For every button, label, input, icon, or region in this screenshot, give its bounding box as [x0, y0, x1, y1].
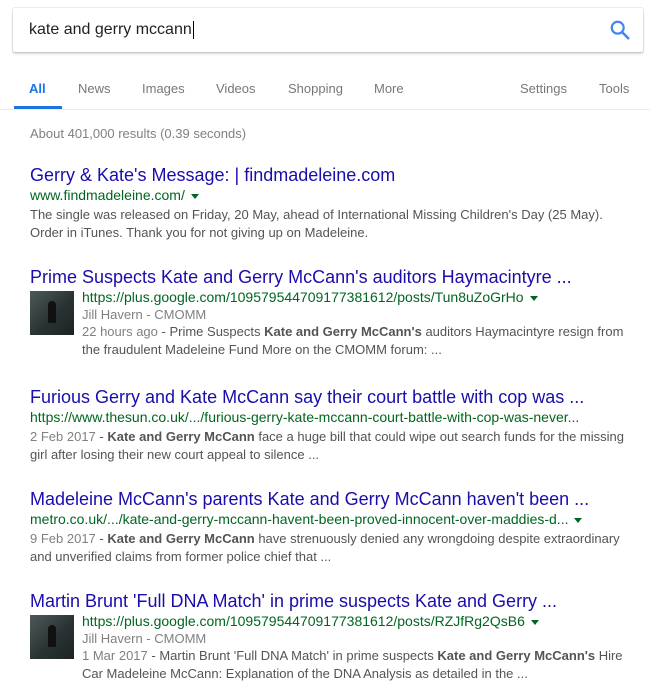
search-tabs: All News Images Videos Shopping More Set… [0, 52, 650, 110]
url-menu-arrow-icon[interactable] [530, 619, 539, 625]
search-result: Madeleine McCann's parents Kate and Gerr… [30, 488, 630, 566]
result-snippet: 22 hours ago - Prime Suspects Kate and G… [82, 324, 624, 357]
search-box: kate and gerry mccann [13, 8, 643, 52]
tab-news[interactable]: News [78, 81, 111, 96]
result-date: 1 Mar 2017 [82, 648, 148, 663]
active-tab-indicator [14, 106, 62, 109]
result-url: metro.co.uk/.../kate-and-gerry-mccann-ha… [30, 511, 630, 528]
tab-shopping[interactable]: Shopping [288, 81, 343, 96]
result-author: Jill Havern - CMOMM [82, 307, 207, 322]
result-url: https://plus.google.com/1095795447091773… [82, 289, 630, 306]
tab-images[interactable]: Images [142, 81, 185, 96]
search-result: Prime Suspects Kate and Gerry McCann's a… [30, 266, 630, 359]
result-thumbnail[interactable] [30, 615, 74, 659]
url-menu-arrow-icon[interactable] [529, 295, 538, 301]
tab-settings[interactable]: Settings [520, 81, 567, 96]
result-author: Jill Havern - CMOMM [82, 631, 207, 646]
result-date: 9 Feb 2017 [30, 531, 96, 546]
tab-videos[interactable]: Videos [216, 81, 256, 96]
search-result: Gerry & Kate's Message: | findmadeleine.… [30, 164, 630, 242]
result-date: 2 Feb 2017 [30, 429, 96, 444]
result-title-link[interactable]: Prime Suspects Kate and Gerry McCann's a… [30, 266, 630, 288]
result-snippet: 1 Mar 2017 - Martin Brunt 'Full DNA Matc… [82, 648, 623, 681]
tab-all[interactable]: All [29, 81, 46, 96]
result-date: 22 hours ago [82, 324, 158, 339]
result-thumbnail[interactable] [30, 291, 74, 335]
result-title-link[interactable]: Madeleine McCann's parents Kate and Gerr… [30, 488, 630, 510]
result-snippet: The single was released on Friday, 20 Ma… [30, 207, 603, 240]
search-result: Martin Brunt 'Full DNA Match' in prime s… [30, 590, 630, 683]
result-url: https://www.thesun.co.uk/.../furious-ger… [30, 409, 580, 425]
result-url: https://plus.google.com/1095795447091773… [82, 613, 630, 630]
result-url: www.findmadeleine.com/ [30, 187, 630, 204]
url-menu-arrow-icon[interactable] [190, 193, 199, 199]
result-stats: About 401,000 results (0.39 seconds) [30, 126, 247, 141]
url-menu-arrow-icon[interactable] [574, 517, 583, 523]
result-title-link[interactable]: Furious Gerry and Kate McCann say their … [30, 386, 630, 408]
result-title-link[interactable]: Martin Brunt 'Full DNA Match' in prime s… [30, 590, 630, 612]
search-icon[interactable] [609, 19, 631, 41]
tab-tools[interactable]: Tools [599, 81, 629, 96]
text-caret [192, 20, 194, 39]
result-snippet: 9 Feb 2017 - Kate and Gerry McCann have … [30, 531, 620, 564]
search-result: Furious Gerry and Kate McCann say their … [30, 386, 630, 464]
result-title-link[interactable]: Gerry & Kate's Message: | findmadeleine.… [30, 164, 630, 186]
result-snippet: 2 Feb 2017 - Kate and Gerry McCann face … [30, 429, 624, 462]
search-input[interactable]: kate and gerry mccann [29, 8, 589, 52]
tab-more[interactable]: More [374, 81, 404, 96]
